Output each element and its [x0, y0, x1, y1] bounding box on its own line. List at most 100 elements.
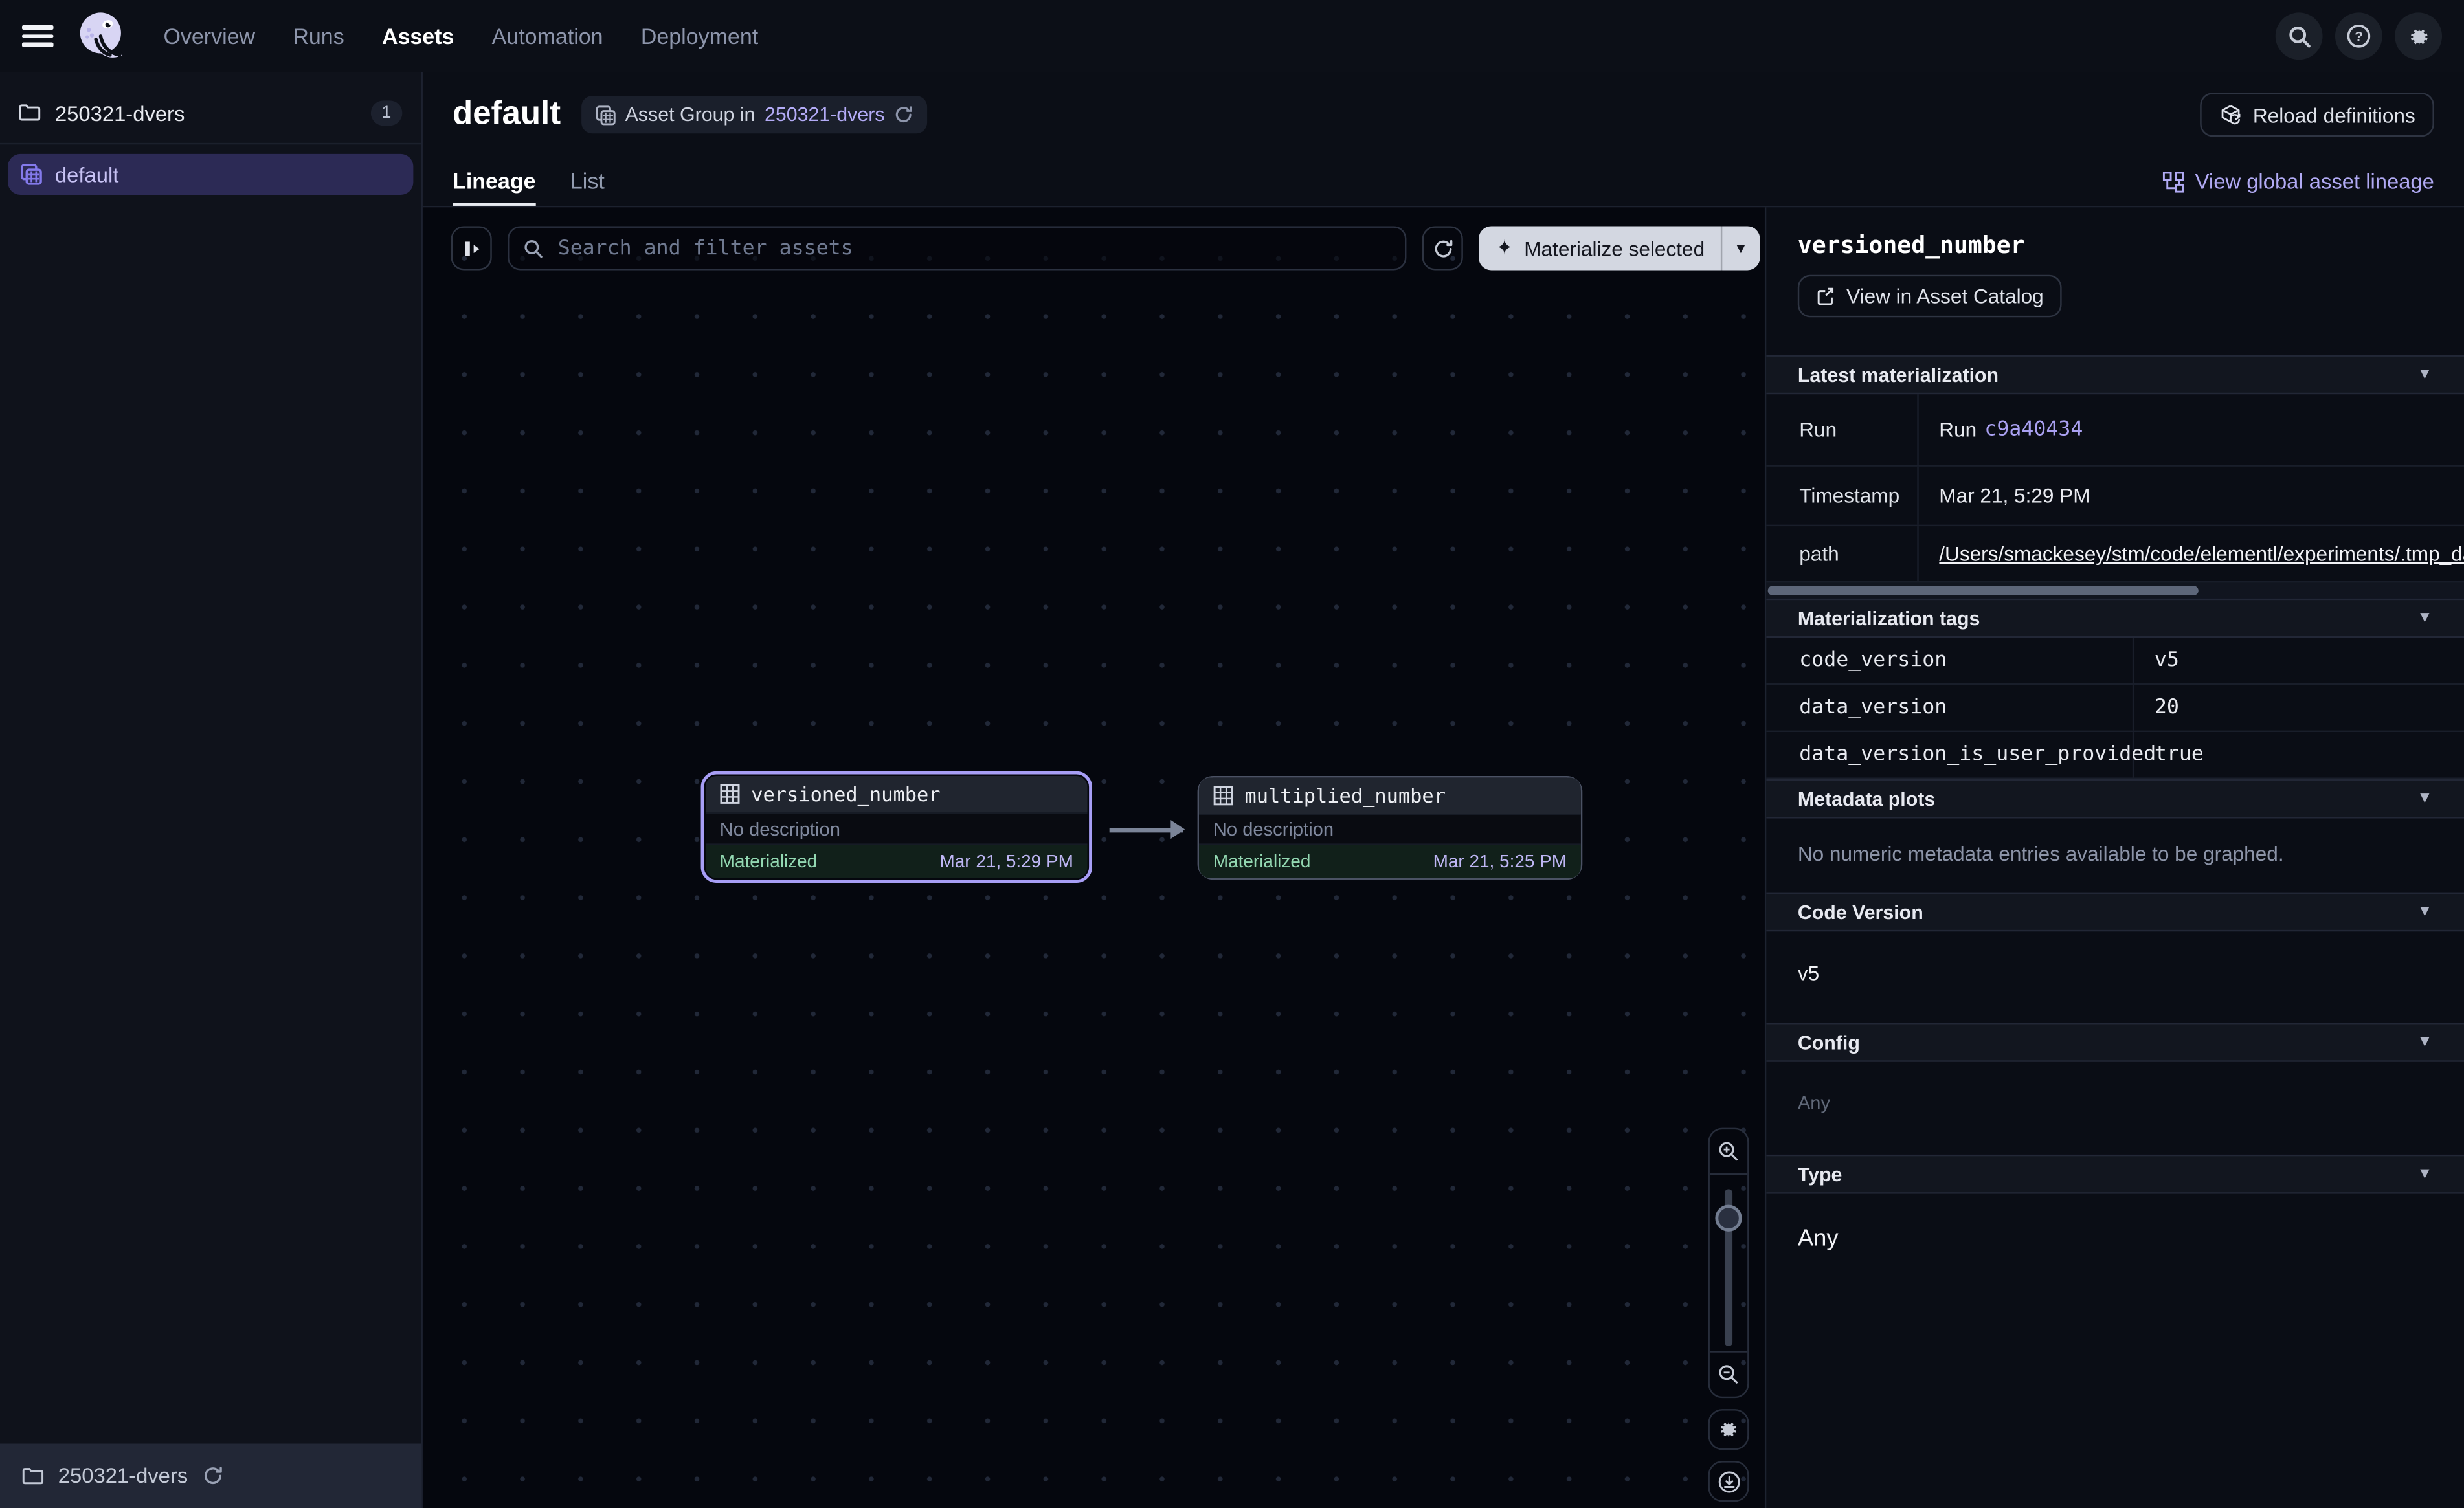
- settings-gear-icon[interactable]: [2395, 12, 2442, 60]
- node-status: Materialized: [720, 852, 817, 871]
- sidebar-group-row[interactable]: 250321-dvers 1: [0, 83, 421, 145]
- tab-lineage[interactable]: Lineage: [453, 157, 535, 206]
- section-code-version[interactable]: Code Version ▼: [1766, 893, 2464, 932]
- path-link[interactable]: /Users/smackesey/stm/code/elementl/exper…: [1939, 542, 2464, 565]
- table-row: data_version_is_user_provided true: [1766, 732, 2464, 779]
- nav-assets[interactable]: Assets: [382, 23, 454, 49]
- toggle-sidebar-panel-button[interactable]: [451, 227, 492, 271]
- asset-node-multiplied-number[interactable]: multiplied_number No description Materia…: [1198, 776, 1583, 880]
- asset-details-panel: versioned_number View in Asset Catalog L…: [1765, 207, 2464, 1508]
- folder-icon: [22, 1467, 44, 1485]
- top-nav: Overview Runs Assets Automation Deployme…: [0, 0, 2464, 72]
- tab-list[interactable]: List: [570, 157, 605, 206]
- search-input[interactable]: [555, 235, 1391, 261]
- run-prefix: Run: [1939, 418, 1977, 441]
- sidebar-item-label: default: [55, 162, 118, 186]
- type-value: Any: [1766, 1194, 2464, 1293]
- nav-automation[interactable]: Automation: [492, 23, 603, 49]
- download-image-button[interactable]: [1708, 1461, 1749, 1502]
- asset-group-icon: [596, 104, 616, 125]
- help-icon[interactable]: ?: [2335, 12, 2382, 60]
- table-row: Timestamp Mar 21, 5:29 PM: [1766, 467, 2464, 526]
- nav-overview[interactable]: Overview: [163, 23, 255, 49]
- run-id-link[interactable]: c9a40434: [1984, 418, 2083, 441]
- refresh-graph-button[interactable]: [1422, 227, 1463, 271]
- graph-settings-button[interactable]: [1708, 1409, 1749, 1450]
- view-in-asset-catalog-button[interactable]: View in Asset Catalog: [1798, 275, 2061, 318]
- gear-icon: [1718, 1419, 1740, 1441]
- table-row: Run Run c9a40434: [1766, 394, 2464, 467]
- section-metadata-plots[interactable]: Metadata plots ▼: [1766, 779, 2464, 819]
- refresh-icon: [1432, 238, 1453, 259]
- section-latest-materialization[interactable]: Latest materialization ▼: [1766, 355, 2464, 395]
- section-config[interactable]: Config ▼: [1766, 1023, 2464, 1062]
- page-header: default Asset Group in 250321-dvers Relo…: [423, 72, 2464, 157]
- section-materialization-tags[interactable]: Materialization tags ▼: [1766, 599, 2464, 638]
- badge-prefix: Asset Group in: [625, 104, 756, 126]
- node-description: No description: [706, 812, 1088, 845]
- node-title: versioned_number: [751, 782, 940, 806]
- tag-key: data_version_is_user_provided: [1766, 732, 2134, 777]
- tag-key: code_version: [1766, 638, 2134, 683]
- nav-runs[interactable]: Runs: [293, 23, 344, 49]
- zoom-out-button[interactable]: [1710, 1351, 1747, 1396]
- search-icon: [523, 238, 544, 259]
- table-row: path /Users/smackesey/stm/code/elementl/…: [1766, 526, 2464, 582]
- materialize-selected-button[interactable]: ✦ Materialize selected ▼: [1479, 227, 1760, 271]
- dagster-logo[interactable]: [76, 10, 129, 63]
- timestamp-value: Mar 21, 5:29 PM: [1939, 484, 2090, 507]
- asset-node-versioned-number[interactable]: versioned_number No description Material…: [701, 771, 1092, 883]
- node-title: multiplied_number: [1244, 784, 1446, 807]
- zoom-in-button[interactable]: [1710, 1129, 1747, 1175]
- section-label: Latest materialization: [1798, 364, 1999, 386]
- main-area: default Asset Group in 250321-dvers Relo…: [423, 72, 2464, 1508]
- page-title: default: [453, 96, 561, 133]
- zoom-in-icon: [1718, 1140, 1740, 1162]
- node-timestamp: Mar 21, 5:29 PM: [939, 852, 1073, 871]
- chevron-down-icon[interactable]: ▼: [2417, 610, 2432, 627]
- search-icon[interactable]: [2276, 12, 2323, 60]
- table-row: data_version 20: [1766, 685, 2464, 732]
- asset-groups-sidebar: 250321-dvers 1 default 250321-dvers: [0, 72, 423, 1508]
- tag-value: true: [2134, 732, 2464, 777]
- chevron-down-icon[interactable]: ▼: [2417, 366, 2432, 384]
- section-label: Materialization tags: [1798, 607, 1980, 629]
- section-label: Type: [1798, 1163, 1842, 1185]
- footer-repo-name: 250321-dvers: [58, 1464, 188, 1487]
- scrollbar-thumb[interactable]: [1768, 586, 2199, 595]
- horizontal-scrollbar: [1766, 582, 2464, 598]
- zoom-slider-thumb[interactable]: [1715, 1205, 1742, 1232]
- hamburger-menu-icon[interactable]: [22, 25, 54, 47]
- badge-group-link[interactable]: 250321-dvers: [765, 104, 885, 126]
- chevron-down-icon[interactable]: ▼: [2417, 790, 2432, 808]
- nav-deployment[interactable]: Deployment: [641, 23, 758, 49]
- panel-toggle-icon: [461, 238, 482, 259]
- chevron-down-icon[interactable]: ▼: [2417, 904, 2432, 921]
- external-link-icon: [1815, 286, 1836, 307]
- sidebar-footer[interactable]: 250321-dvers: [0, 1444, 421, 1508]
- node-timestamp: Mar 21, 5:25 PM: [1433, 852, 1567, 871]
- table-icon: [720, 784, 741, 804]
- chevron-down-icon[interactable]: ▼: [2417, 1034, 2432, 1051]
- view-in-asset-catalog-label: View in Asset Catalog: [1846, 284, 2044, 307]
- reload-definitions-label: Reload definitions: [2253, 103, 2415, 126]
- download-icon: [1717, 1470, 1740, 1493]
- chevron-down-icon[interactable]: ▼: [2417, 1166, 2432, 1183]
- materialize-dropdown-caret[interactable]: ▼: [1720, 227, 1760, 271]
- sidebar-item-default[interactable]: default: [8, 154, 413, 195]
- lineage-graph-canvas[interactable]: ✦ Materialize selected ▼: [423, 207, 1765, 1508]
- tag-key: data_version: [1766, 685, 2134, 730]
- lineage-graph-icon: [2162, 170, 2184, 192]
- tag-value: v5: [2134, 638, 2464, 683]
- sidebar-group-count-badge: 1: [371, 100, 403, 126]
- section-label: Code Version: [1798, 901, 1923, 923]
- refresh-icon[interactable]: [894, 105, 913, 124]
- section-type[interactable]: Type ▼: [1766, 1155, 2464, 1194]
- asset-group-badge: Asset Group in 250321-dvers: [581, 96, 927, 133]
- view-global-asset-lineage-link[interactable]: View global asset lineage: [2162, 157, 2434, 206]
- asset-search-box: [508, 227, 1406, 271]
- refresh-icon[interactable]: [202, 1465, 223, 1486]
- folder-icon: [19, 104, 41, 122]
- reload-definitions-button[interactable]: Reload definitions: [2199, 93, 2434, 137]
- primary-nav: Overview Runs Assets Automation Deployme…: [163, 23, 758, 49]
